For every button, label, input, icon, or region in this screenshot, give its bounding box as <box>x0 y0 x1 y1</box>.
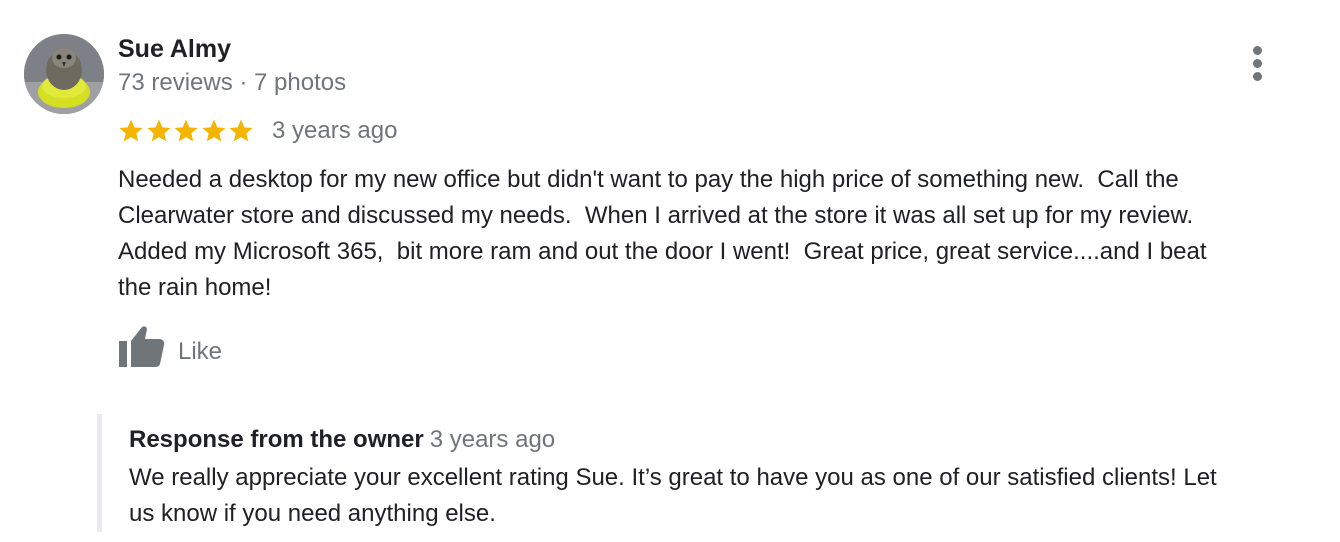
review-text: Needed a desktop for my new office but d… <box>118 162 1318 306</box>
avatar-image <box>24 34 104 114</box>
response-header: Response from the owner 3 years ago <box>129 424 555 459</box>
response-text-line: us know if you need anything else. <box>129 500 496 527</box>
star-icon <box>146 119 171 142</box>
review-text-line: Clearwater store and discussed my needs.… <box>118 202 1194 229</box>
thumb-up-icon <box>119 326 165 367</box>
star-rating <box>118 115 256 147</box>
star-icon <box>229 119 253 142</box>
review-text-line: Needed a desktop for my new office but d… <box>118 166 1179 193</box>
response-text: We really appreciate your excellent rati… <box>129 460 1329 532</box>
reviewer-name[interactable]: Sue Almy <box>118 33 231 65</box>
star-icon <box>174 119 198 142</box>
reviewer-stats[interactable]: 73 reviews · 7 photos <box>118 67 346 99</box>
review-card: Sue Almy 73 reviews · 7 photos 3 years a… <box>0 0 1340 542</box>
like-label: Like <box>178 338 223 365</box>
star-icon <box>201 119 226 142</box>
review-text-line: Added my Microsoft 365, bit more ram and… <box>118 238 1207 265</box>
like-button[interactable]: Like <box>116 324 246 370</box>
response-date: 3 years ago <box>429 426 556 453</box>
owner-response: Response from the owner 3 years ago We re… <box>97 414 1332 532</box>
star-icon <box>119 119 143 142</box>
reviewer-avatar[interactable] <box>24 34 104 114</box>
review-date: 3 years ago <box>272 117 398 144</box>
review-text-line: the rain home! <box>118 274 272 301</box>
response-title: Response from the owner <box>129 426 424 453</box>
more-options-button[interactable] <box>1240 42 1276 86</box>
response-text-line: We really appreciate your excellent rati… <box>129 464 1217 491</box>
